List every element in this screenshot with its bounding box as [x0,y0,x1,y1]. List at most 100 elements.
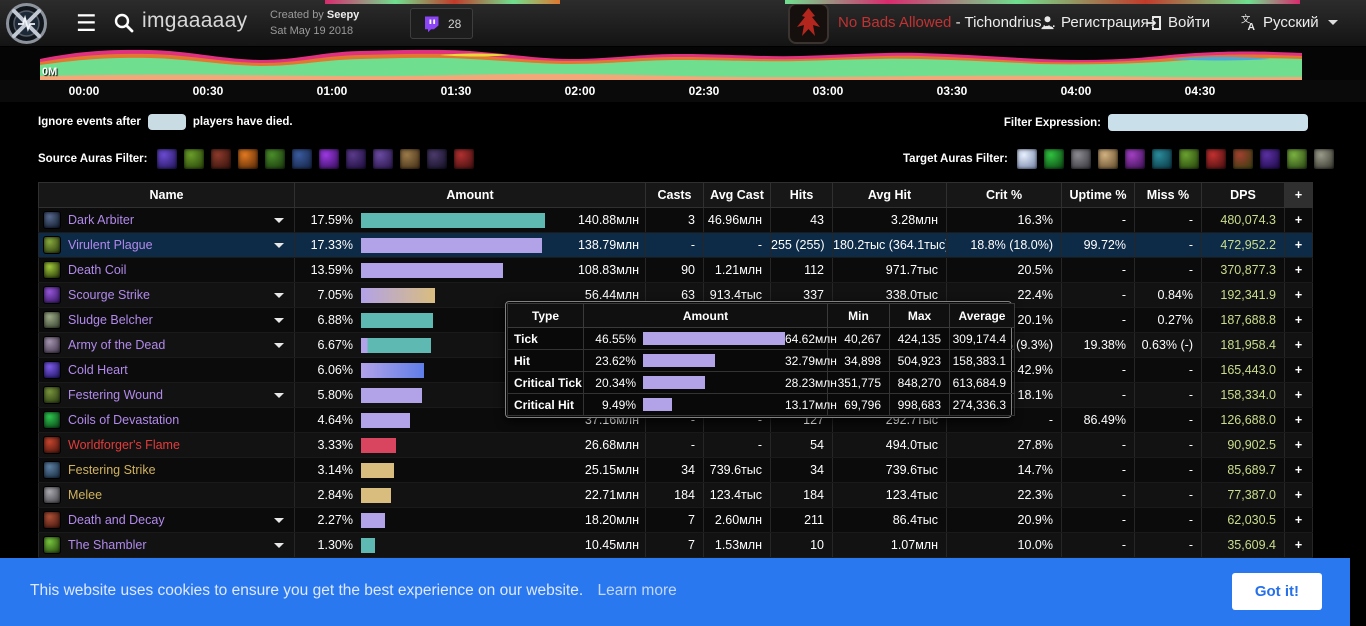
horde-faction-icon[interactable] [788,3,829,44]
expand-caret-icon[interactable] [274,318,284,323]
column-header-hits[interactable]: Hits [771,183,833,208]
spell-name[interactable]: Sludge Belcher [68,313,153,327]
table-row[interactable]: Dark Arbiter17.59%140.88млн346.96млн433.… [39,208,1313,233]
spell-name[interactable]: Festering Strike [68,463,156,477]
register-link[interactable]: Регистрация [1040,14,1149,31]
spell-name[interactable]: Scourge Strike [68,288,150,302]
spell-name[interactable]: Virulent Plague [68,238,153,252]
column-header-dps[interactable]: DPS [1202,183,1285,208]
column-header-avg-hit[interactable]: Avg Hit [833,183,947,208]
woven-basket-aura-icon[interactable] [1097,148,1119,170]
miss-cell: - [1135,258,1202,283]
column-header-avg-cast[interactable]: Avg Cast [704,183,771,208]
temporal-hourglass-aura-icon[interactable] [372,148,394,170]
filter-expression-input[interactable] [1108,114,1308,131]
shadow-cross-aura-icon[interactable] [426,148,448,170]
spell-name[interactable]: Death and Decay [68,513,165,527]
blood-rose-aura-icon[interactable] [210,148,232,170]
stacked-area-chart[interactable] [40,47,1302,80]
expand-row-button[interactable]: + [1285,283,1313,308]
table-row[interactable]: Worldforger's Flame3.33%26.68млн--54494.… [39,433,1313,458]
spell-name[interactable]: Death Coil [68,263,126,277]
expand-row-button[interactable]: + [1285,208,1313,233]
spell-name[interactable]: Cold Heart [68,363,128,377]
bone-armor-aura-icon[interactable] [1070,148,1092,170]
spell-name[interactable]: Army of the Dead [68,338,165,352]
spell-name[interactable]: Melee [68,488,102,502]
expand-row-button[interactable]: + [1285,508,1313,533]
expand-caret-icon[interactable] [274,518,284,523]
venom-orb-aura-icon[interactable] [264,148,286,170]
expand-row-button[interactable]: + [1285,258,1313,283]
serpent-aura-icon[interactable] [1178,148,1200,170]
spell-name[interactable]: Festering Wound [68,388,163,402]
time-axis: 00:0000:3001:0001:3002:0002:3003:0003:30… [0,80,1366,102]
table-row[interactable]: Death Coil13.59%108.83млн901.21млн112971… [39,258,1313,283]
expand-caret-icon[interactable] [274,218,284,223]
expand-caret-icon[interactable] [274,393,284,398]
column-header-miss-[interactable]: Miss % [1135,183,1202,208]
arcane-swirl-aura-icon[interactable] [156,148,178,170]
deep-tentacle-aura-icon[interactable] [1151,148,1173,170]
menu-icon[interactable]: ☰ [76,8,97,38]
login-link[interactable]: Войти [1146,14,1210,31]
guild-link[interactable]: No Bads Allowed - Tichondrius… [838,14,1056,31]
spell-name[interactable]: Coils of Devastation [68,413,179,427]
blood-flame-aura-icon[interactable] [453,148,475,170]
expand-row-button[interactable]: + [1285,383,1313,408]
cookie-accept-button[interactable]: Got it! [1232,573,1322,610]
expand-caret-icon[interactable] [274,343,284,348]
blood-blade-aura-icon[interactable] [1205,148,1227,170]
twitch-badge[interactable]: 28 [410,8,473,39]
learn-more-link[interactable]: Learn more [597,582,676,599]
expand-row-button[interactable]: + [1285,233,1313,258]
fel-cross-aura-icon[interactable] [318,148,340,170]
column-header-name[interactable]: Name [39,183,295,208]
expand-row-button[interactable]: + [1285,333,1313,358]
expand-row-button[interactable]: + [1285,458,1313,483]
thorn-aura-icon[interactable] [1232,148,1254,170]
starlight-aura-icon[interactable] [1016,148,1038,170]
column-header-uptime-[interactable]: Uptime % [1062,183,1135,208]
guild-name[interactable]: No Bads Allowed [838,14,951,31]
expand-row-button[interactable]: + [1285,308,1313,333]
void-blob-aura-icon[interactable] [1259,148,1281,170]
expand-row-button[interactable]: + [1285,433,1313,458]
column-header--[interactable]: + [1285,183,1313,208]
column-header-casts[interactable]: Casts [646,183,704,208]
search-icon[interactable] [113,12,135,34]
dps-cell: 126,688.0 [1202,408,1285,433]
shadow-blade-aura-icon[interactable] [345,148,367,170]
table-row[interactable]: The Shambler1.30%10.45млн71.53млн101.07м… [39,533,1313,558]
table-row[interactable]: Melee2.84%22.71млн184123.4тыс184123.4тыс… [39,483,1313,508]
warcraftlogs-logo-icon[interactable] [6,3,47,44]
plague-face-aura-icon[interactable] [1286,148,1308,170]
expand-row-button[interactable]: + [1285,533,1313,558]
table-row[interactable]: Festering Strike3.14%25.15млн34739.6тыс3… [39,458,1313,483]
void-tendril-aura-icon[interactable] [1124,148,1146,170]
fel-swirl-aura-icon[interactable] [1043,148,1065,170]
tide-crest-aura-icon[interactable] [291,148,313,170]
players-died-input[interactable] [148,114,186,130]
flame-claw-aura-icon[interactable] [237,148,259,170]
expand-row-button[interactable]: + [1285,483,1313,508]
column-header-amount[interactable]: Amount [295,183,646,208]
bone-claws-aura-icon[interactable] [1313,148,1335,170]
language-menu[interactable]: 文 A Русский [1240,14,1338,31]
expand-caret-icon[interactable] [274,243,284,248]
expand-row-button[interactable]: + [1285,358,1313,383]
spell-name[interactable]: The Shambler [68,538,147,552]
expand-row-button[interactable]: + [1285,408,1313,433]
column-header-crit-[interactable]: Crit % [947,183,1062,208]
created-by-name[interactable]: Seepy [327,9,359,21]
spell-name[interactable]: Worldforger's Flame [68,438,180,452]
spell-name[interactable]: Dark Arbiter [68,213,134,227]
table-row[interactable]: Death and Decay2.27%18.20млн72.60млн2118… [39,508,1313,533]
language-label: Русский [1263,14,1319,31]
damage-graph-panel[interactable]: 0M 00:0000:3001:0001:3002:0002:3003:0003… [0,47,1366,102]
expand-caret-icon[interactable] [274,293,284,298]
plague-orb-aura-icon[interactable] [183,148,205,170]
satchel-aura-icon[interactable] [399,148,421,170]
table-row[interactable]: Virulent Plague17.33%138.79млн--255 (255… [39,233,1313,258]
expand-caret-icon[interactable] [274,543,284,548]
